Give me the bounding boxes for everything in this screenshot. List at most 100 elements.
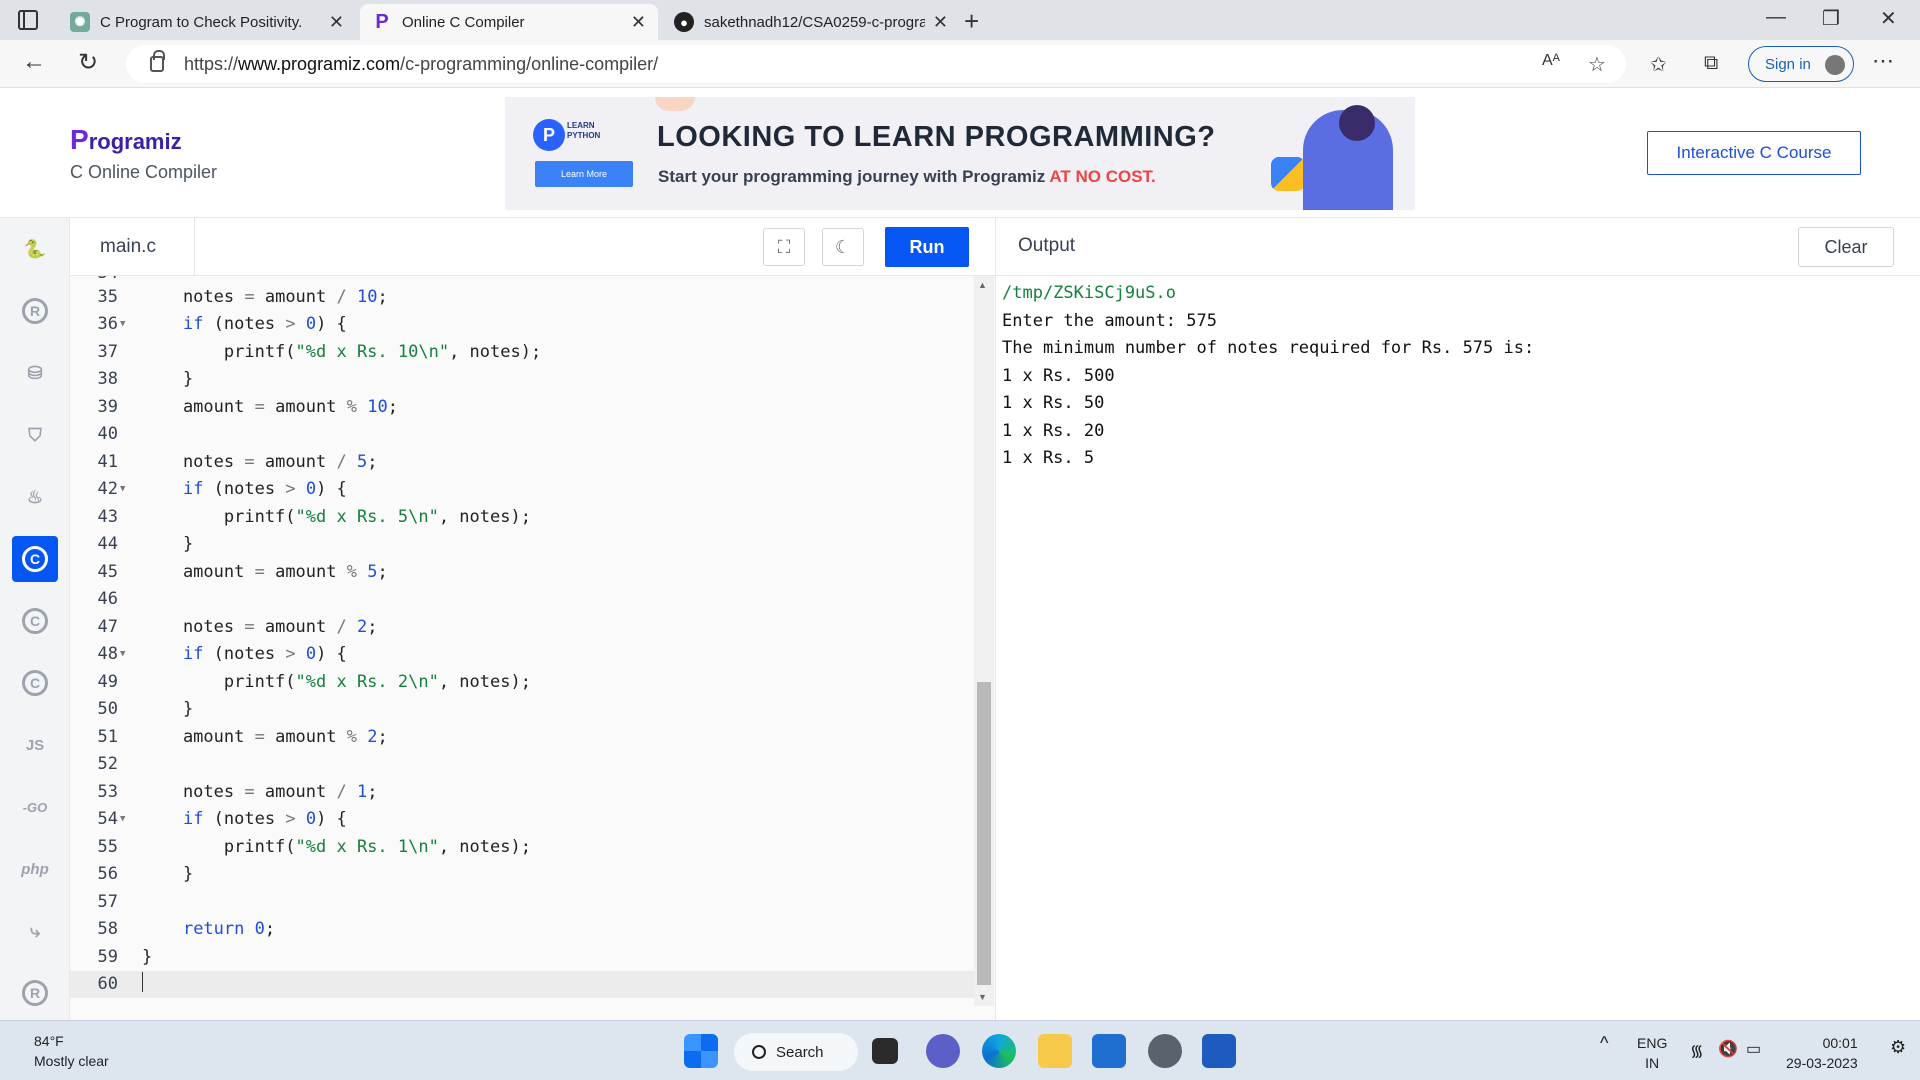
swift-icon[interactable]: ⤷	[12, 908, 58, 954]
chevron-up-icon[interactable]: ^	[1600, 1033, 1608, 1054]
interactive-course-button[interactable]: Interactive C Course	[1647, 131, 1861, 175]
windows-start-icon[interactable]	[684, 1034, 718, 1068]
output-console[interactable]: /tmp/ZSKiSCj9uS.o Enter the amount: 575 Th…	[995, 276, 1920, 1020]
code-text	[130, 971, 143, 997]
code-token: if	[182, 479, 204, 500]
code-line: 45 amount = amount % 5;	[70, 558, 975, 586]
text-cursor	[142, 971, 143, 992]
new-tab-icon[interactable]: +	[964, 6, 979, 37]
code-lines: 3435 notes = amount / 10;36▼ if (notes >…	[70, 276, 995, 1020]
tab-actions-icon[interactable]	[18, 10, 38, 30]
csharp-icon-glyph: C	[22, 670, 48, 696]
c-icon[interactable]: C	[12, 536, 58, 582]
sign-in-button[interactable]: Sign in	[1748, 46, 1854, 82]
line-number: 37	[97, 341, 118, 362]
php-icon[interactable]: php	[12, 846, 58, 892]
scrollbar-thumb[interactable]	[977, 682, 991, 985]
edge-browser-icon[interactable]	[982, 1034, 1016, 1068]
taskbar-search[interactable]: Search	[734, 1033, 858, 1071]
input-language[interactable]: ENG IN	[1637, 1033, 1667, 1073]
python-icon[interactable]: 🐍	[12, 226, 58, 272]
rust-icon[interactable]: R	[12, 970, 58, 1016]
sql-icon[interactable]: ⛁	[12, 350, 58, 396]
code-line: 37 printf("%d x Rs. 10\n", notes);	[70, 338, 975, 366]
chat-icon[interactable]	[926, 1034, 960, 1068]
favorites-icon[interactable]: ✩	[1650, 52, 1667, 77]
csharp-icon[interactable]: C	[12, 660, 58, 706]
line-number: 60	[97, 974, 118, 995]
r-icon[interactable]: R	[12, 288, 58, 334]
learn-more-button[interactable]: Learn More	[535, 161, 633, 187]
programiz-logo[interactable]: Programiz	[70, 124, 182, 156]
task-view-icon[interactable]	[872, 1038, 898, 1064]
ad-banner[interactable]: P LEARN PYTHON Learn More LOOKING TO LEA…	[505, 97, 1415, 210]
more-options-icon[interactable]: ⋯	[1872, 48, 1894, 74]
fold-arrow-icon[interactable]: ▼	[118, 814, 130, 824]
code-text: }	[130, 369, 193, 389]
refresh-icon[interactable]: ↻	[78, 48, 98, 77]
javascript-icon[interactable]: JS	[12, 722, 58, 768]
code-text: amount = amount % 5;	[130, 562, 388, 582]
read-aloud-icon[interactable]: Aᴬ	[1542, 52, 1560, 70]
close-tab-icon[interactable]: ✕	[329, 12, 344, 33]
fold-arrow-icon[interactable]: ▼	[118, 484, 130, 494]
fullscreen-icon[interactable]: ⛶	[763, 228, 805, 266]
banner-sub-prefix: Start your programming journey with Prog…	[658, 167, 1050, 186]
file-tab-main[interactable]: main.c	[70, 218, 195, 276]
settings-gear-icon[interactable]	[1148, 1034, 1182, 1068]
run-button[interactable]: Run	[885, 227, 969, 267]
fold-arrow-icon[interactable]: ▼	[118, 649, 130, 659]
code-editor[interactable]: 3435 notes = amount / 10;36▼ if (notes >…	[70, 276, 995, 1020]
browser-tab-0[interactable]: ✺ C Program to Check Positivity. ✕	[58, 4, 356, 40]
close-tab-icon[interactable]: ✕	[631, 12, 646, 33]
scroll-up-icon[interactable]: ▲	[978, 280, 987, 290]
code-line: 53 notes = amount / 1;	[70, 778, 975, 806]
fold-arrow-icon[interactable]: ▼	[118, 319, 130, 329]
microsoft-store-icon[interactable]	[1092, 1034, 1126, 1068]
code-text: return 0;	[130, 919, 275, 939]
code-token: >	[285, 809, 296, 830]
code-token: 2	[367, 726, 378, 747]
add-favorite-icon[interactable]: ☆	[1588, 52, 1606, 77]
minimize-icon[interactable]: —	[1766, 6, 1786, 29]
editor-scrollbar[interactable]: ▲ ▼	[974, 276, 994, 1006]
weather-widget[interactable]: 84°F Mostly clear	[34, 1031, 109, 1071]
code-token: 10	[367, 396, 388, 417]
file-explorer-icon[interactable]	[1038, 1034, 1072, 1068]
close-window-icon[interactable]: ✕	[1880, 6, 1897, 31]
browser-tab-2[interactable]: ● sakethnadh12/CSA0259-c-progra ✕	[662, 4, 960, 40]
html-icon[interactable]: ⛉	[12, 412, 58, 458]
back-icon[interactable]: ←	[22, 48, 46, 76]
code-token: 0	[254, 919, 265, 940]
code-line: 44 }	[70, 531, 975, 559]
c-icon-glyph: C	[22, 546, 48, 572]
word-icon[interactable]	[1202, 1034, 1236, 1068]
code-text: notes = amount / 1;	[130, 782, 378, 802]
restore-icon[interactable]: ❐	[1822, 6, 1840, 31]
line-number: 53	[97, 781, 118, 802]
java-icon[interactable]: ♨	[12, 474, 58, 520]
dark-mode-icon[interactable]: ☾	[822, 228, 864, 266]
line-number: 45	[97, 561, 118, 582]
line-number: 46	[97, 589, 118, 610]
code-text: printf("%d x Rs. 2\n", notes);	[130, 672, 531, 692]
browser-tab-1[interactable]: P Online C Compiler ✕	[360, 4, 658, 40]
url-input[interactable]: https://www.programiz.com/c-programming/…	[126, 45, 1626, 83]
notifications-icon[interactable]: ⚙	[1890, 1037, 1906, 1058]
battery-icon[interactable]: ▭	[1746, 1039, 1761, 1059]
system-clock[interactable]: 00:01 29-03-2023	[1786, 1033, 1858, 1073]
line-number: 57	[97, 891, 118, 912]
volume-muted-icon[interactable]: 🔇	[1718, 1039, 1738, 1059]
wifi-icon[interactable]: ᯾	[1690, 1039, 1704, 1061]
banner-subtext: Start your programming journey with Prog…	[658, 167, 1156, 187]
clear-button[interactable]: Clear	[1798, 227, 1894, 267]
scroll-down-icon[interactable]: ▼	[978, 992, 987, 1002]
cpp-icon[interactable]: C	[12, 598, 58, 644]
close-tab-icon[interactable]: ✕	[933, 12, 948, 33]
collections-icon[interactable]: ⧉	[1704, 52, 1718, 75]
go-icon[interactable]: -GO	[12, 784, 58, 830]
lock-icon	[150, 50, 165, 72]
